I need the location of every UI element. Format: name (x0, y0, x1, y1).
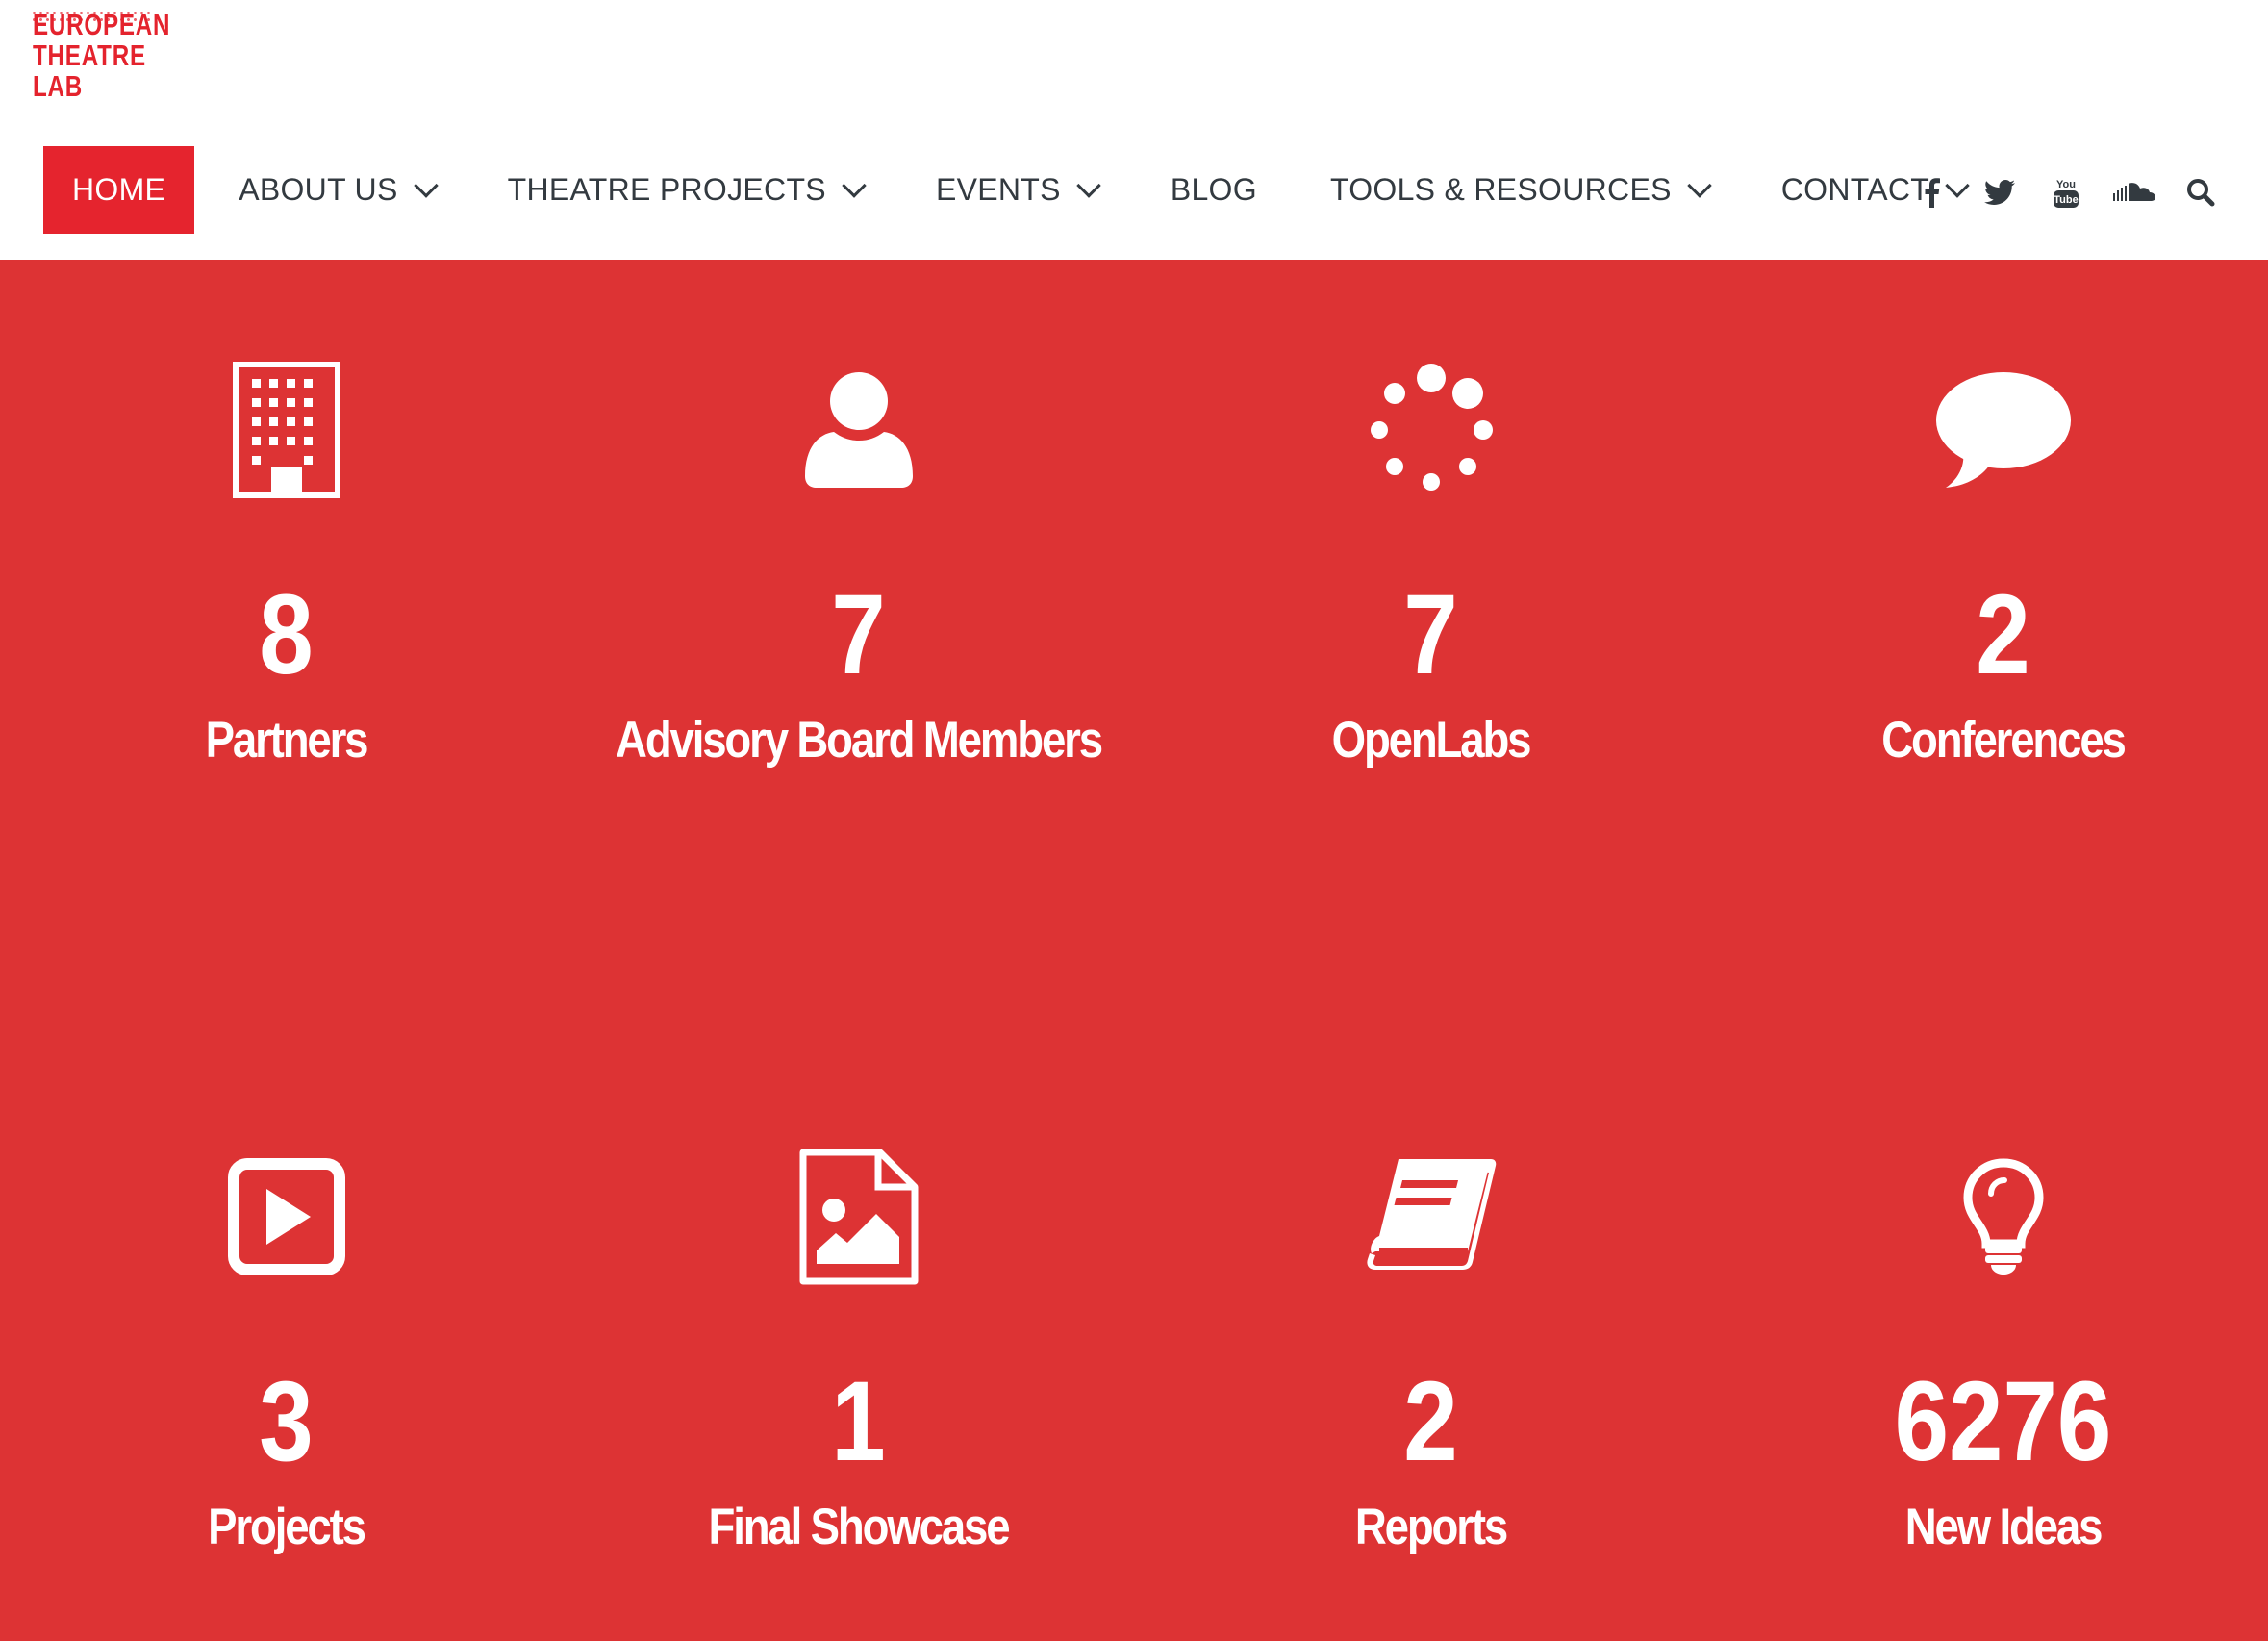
building-icon (0, 358, 572, 502)
nav-item-tools-resources[interactable]: TOOLS & RESOURCES (1329, 146, 1712, 234)
stat-label: Conferences (1881, 712, 2127, 769)
logo-line-2: THEATRE (33, 38, 146, 72)
nav-item-theatre-projects[interactable]: THEATRE PROJECTS (507, 146, 867, 234)
nav-item-events[interactable]: EVENTS (935, 146, 1101, 234)
stat-value: 3 (259, 1358, 314, 1485)
stat-label: Advisory Board Members (616, 712, 1103, 769)
stat-label: Reports (1354, 1499, 1508, 1555)
nav-item-label: ABOUT US (239, 172, 398, 207)
stat-value: 7 (1403, 571, 1458, 698)
chevron-down-icon (842, 172, 867, 198)
stat-value: 1 (831, 1358, 886, 1485)
stat-label: OpenLabs (1331, 712, 1532, 769)
stat-value: 2 (1403, 1358, 1458, 1485)
book-icon (1145, 1145, 1717, 1289)
stat-label: Final Showcase (708, 1499, 1011, 1555)
stats-section: 8 Partners 7 Advisory Board Members 7 Op… (0, 260, 2268, 1641)
stat-label: New Ideas (1904, 1499, 2104, 1555)
logo-line-1: EUROPEAN (33, 8, 171, 41)
nav-item-home[interactable]: HOME (43, 146, 195, 234)
speech-bubble-icon (1717, 358, 2268, 502)
site-logo[interactable]: EUROPEAN THEATRE LAB (31, 8, 171, 111)
chevron-down-icon (413, 172, 439, 198)
nav-item-blog[interactable]: BLOG (1171, 146, 1257, 234)
nav-item-label: EVENTS (935, 172, 1061, 207)
stat-value: 8 (259, 571, 314, 698)
nav-item-label: BLOG (1170, 172, 1257, 207)
spinner-icon (1145, 358, 1717, 502)
nav-item-about-us[interactable]: ABOUT US (239, 146, 439, 234)
image-file-icon (572, 1145, 1145, 1289)
nav-item-label: CONTACT (1780, 172, 1930, 207)
svg-text:Tube: Tube (2054, 194, 2078, 206)
user-icon (572, 358, 1145, 502)
stat-label: Partners (205, 712, 369, 769)
soundcloud-icon[interactable] (2112, 168, 2156, 216)
site-header: EUROPEAN THEATRE LAB HOME ABOUT US THEAT… (0, 0, 2268, 260)
nav-item-label: THEATRE PROJECTS (507, 172, 826, 207)
youtube-icon[interactable]: You Tube (2047, 168, 2085, 216)
svg-text:You: You (2056, 179, 2076, 190)
main-nav: HOME ABOUT US THEATRE PROJECTS EVENTS BL… (43, 146, 1970, 234)
nav-item-label: HOME (72, 172, 166, 207)
play-icon (0, 1145, 572, 1289)
facebook-icon[interactable] (1912, 168, 1951, 216)
lightbulb-icon (1717, 1145, 2268, 1289)
search-icon[interactable] (2181, 168, 2220, 216)
twitter-icon[interactable] (1978, 168, 2022, 216)
stat-label: Projects (208, 1499, 366, 1555)
chevron-down-icon (1076, 172, 1101, 198)
stat-value: 2 (1976, 571, 2030, 698)
nav-item-label: TOOLS & RESOURCES (1329, 172, 1672, 207)
logo-line-3: LAB (33, 69, 84, 103)
stat-value: 7 (831, 571, 886, 698)
stat-value: 6276 (1894, 1358, 2112, 1485)
chevron-down-icon (1687, 172, 1712, 198)
